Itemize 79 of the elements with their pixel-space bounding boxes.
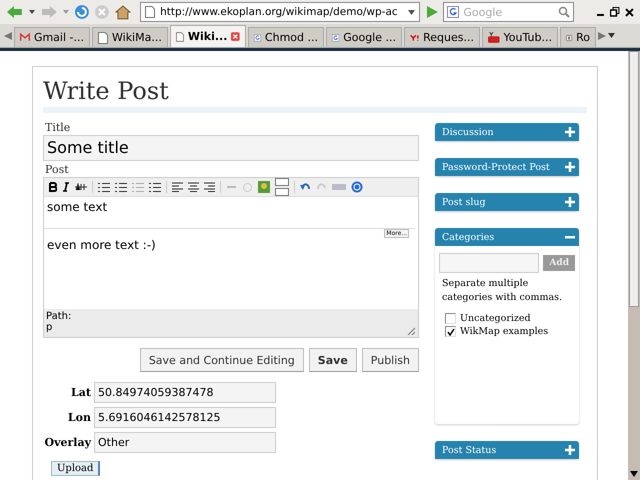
browser-tab[interactable]: Gmail -... [14,27,90,47]
panel-header[interactable]: Post slug [435,193,579,211]
dropdown-caret-icon[interactable] [408,10,415,14]
form-button[interactable]: Save [308,348,357,372]
paragraph-text: even more text :-) [47,238,157,252]
url-text: http://www.ekoplan.org/wikimap/demo/wp-ac [160,6,399,18]
scroll-left-arrow-icon[interactable] [4,32,12,40]
browser-tab[interactable]: Reques... [404,27,480,47]
dropdown-caret-icon[interactable] [28,10,35,14]
italic-icon[interactable] [62,182,70,192]
align-center-icon[interactable] [188,182,199,192]
search-engine-icon [254,32,261,44]
align-right-icon[interactable] [204,182,215,192]
numbered-list-icon[interactable] [115,182,127,192]
browser-tab[interactable]: Wiki... [170,25,246,47]
input-field[interactable]: 5.6916046142578125 [94,407,276,428]
panel-header[interactable]: Categories [435,228,579,246]
search-engine-icon [332,32,340,44]
help-icon[interactable] [351,181,363,193]
plus-icon[interactable] [565,162,575,172]
input-field[interactable]: Other [94,432,276,453]
plus-icon[interactable] [565,127,575,137]
resize-grip-icon[interactable] [407,327,415,335]
address-bar[interactable]: http://www.ekoplan.org/wikimap/demo/wp-ac [140,2,420,22]
youtube-logo-icon [488,31,500,44]
category-input[interactable] [439,253,540,273]
reload-icon[interactable] [74,4,90,20]
close-tab-icon[interactable] [231,31,240,42]
path-value: p [46,322,54,333]
form-button[interactable]: Publish [362,348,419,372]
close-icon[interactable] [625,8,634,16]
home-icon[interactable] [115,4,132,20]
page-icon [98,32,108,44]
plus-icon[interactable] [565,197,575,207]
search-engine-icon[interactable] [447,6,460,18]
paragraph-text: some text [47,200,108,214]
browser-tab[interactable]: Ro [560,27,596,47]
browser-tab[interactable]: Google ... [326,27,402,47]
browser-tab[interactable]: YouTub... [482,27,558,47]
path-label: Path: [46,311,72,322]
search-icon[interactable] [558,6,570,18]
dropdown-caret-icon[interactable] [608,33,615,38]
field-label: Lon [66,411,91,424]
envelope-m-icon [20,32,30,43]
page-break-icon[interactable] [275,178,289,196]
form-button[interactable]: Save and Continue Editing [140,348,304,372]
checkbox-label[interactable]: WikMap examples [460,326,548,337]
hint-text: Separate multiple categories with commas. [442,277,564,305]
align-left-icon[interactable] [172,182,183,192]
field-label: Post [45,163,70,176]
scrollbar[interactable] [628,51,640,480]
upload-button[interactable]: Upload [51,461,100,476]
bullet-list-icon[interactable] [98,182,110,192]
plus-icon[interactable] [565,445,575,455]
restore-icon[interactable] [610,7,620,17]
go-arrow-icon[interactable] [424,5,438,19]
field-label: Title [45,121,72,134]
back-arrow-icon[interactable] [6,4,24,20]
checkbox-label[interactable]: Uncategorized [460,313,531,324]
indent-icon[interactable] [149,182,161,192]
page-icon [145,6,156,18]
browser-tab[interactable]: Chmod ... [248,27,324,47]
checkbox[interactable] [445,313,456,324]
y-exclamation-icon [410,32,420,42]
field-label: Overlay [44,436,91,449]
scroll-down-arrow-icon[interactable] [630,471,638,477]
input-field[interactable]: 50.84974059387478 [94,382,276,403]
title-field[interactable]: Some title [43,135,419,161]
checkbox[interactable] [445,326,456,337]
panel-header[interactable]: Post Status [435,441,579,459]
page-icon [176,30,184,42]
page-title: Write Post [43,75,587,113]
undo-icon[interactable] [300,182,311,192]
strikethrough-icon[interactable] [75,183,87,191]
panel-header[interactable]: Password-Protect Post [435,158,579,176]
panel-header[interactable]: Discussion [435,123,579,141]
field-label: Lat [70,386,91,399]
bold-icon[interactable] [49,182,57,192]
browser-tab[interactable]: WikiMa... [92,27,168,47]
